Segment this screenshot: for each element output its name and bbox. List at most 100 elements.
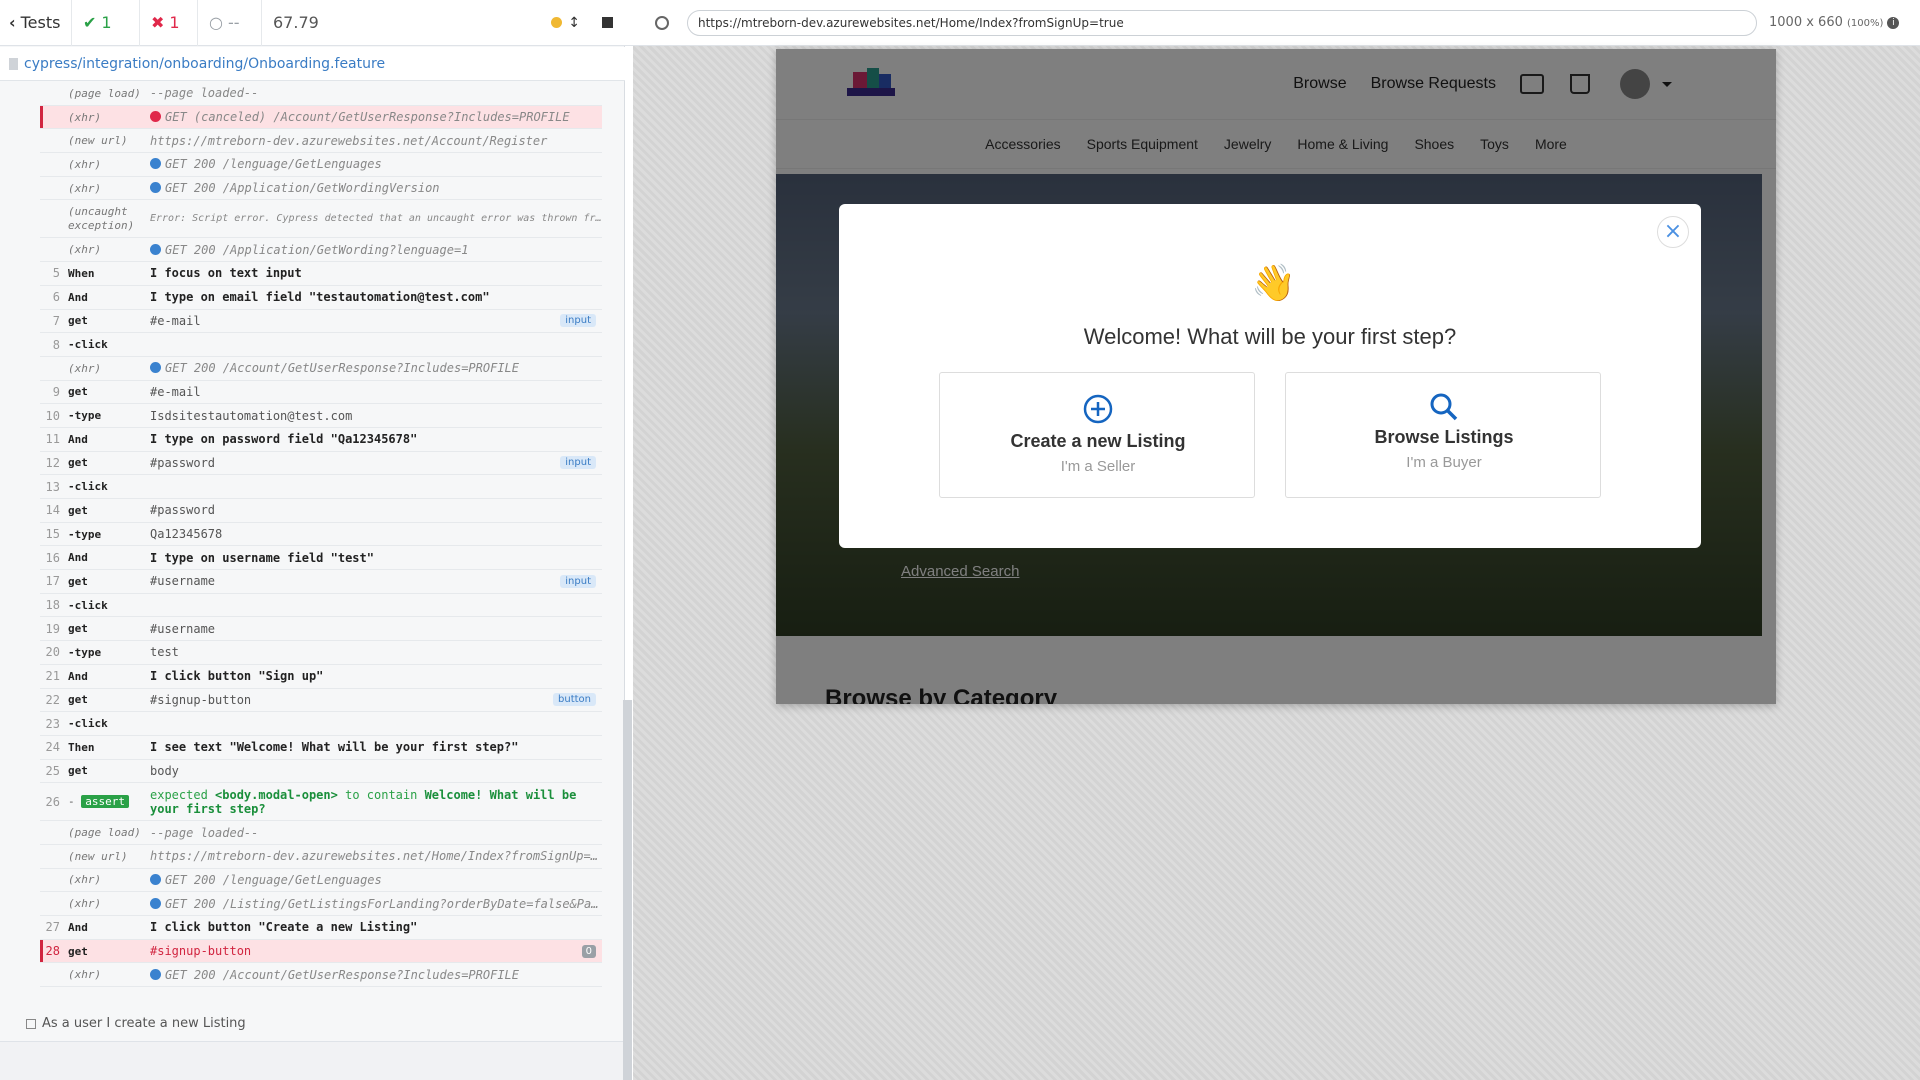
command-row[interactable]: 17 get #username input	[40, 570, 602, 594]
command-row[interactable]: (new url) https://mtreborn-dev.azurewebsi…	[40, 129, 602, 154]
create-listing-subtitle: I'm a Seller	[1060, 458, 1136, 475]
assert-part: <body.modal-open>	[215, 787, 338, 802]
command-name: -type	[68, 645, 102, 659]
command-row[interactable]: (xhr) GET 200 /Account/GetUserResponse?In…	[40, 963, 602, 988]
passed-count: ✔ 1	[72, 0, 140, 46]
command-name: (uncaught exception)	[68, 204, 135, 232]
command-row[interactable]: 19 get #username	[40, 617, 602, 642]
command-row[interactable]: 5 When I focus on text input	[40, 262, 602, 286]
command-name: (xhr)	[68, 181, 102, 195]
command-row[interactable]: (page load) --page loaded--	[40, 82, 602, 106]
command-row[interactable]: (xhr) GET 200 /lenguage/GetLenguages	[40, 153, 602, 177]
command-row[interactable]: 16 And I type on username field "test"	[40, 546, 602, 571]
browse-listings-title: Browse Listings	[1374, 427, 1514, 447]
url-field[interactable]: https://mtreborn-dev.azurewebsites.net/H…	[687, 9, 1757, 36]
command-row[interactable]: (xhr) GET 200 /Application/GetWordingVers…	[40, 177, 602, 201]
resize-arrows-icon[interactable]: ↕	[568, 15, 580, 31]
command-row[interactable]: 6 And I type on email field "testautomatio…	[40, 286, 602, 310]
command-row[interactable]: 10 -type Isdsitestautomation@test.com	[40, 404, 602, 428]
command-message: Qa12345678	[150, 527, 223, 542]
command-message: #username	[150, 574, 216, 589]
command-row[interactable]: 18 -click	[40, 594, 602, 618]
command-number: 26	[45, 794, 60, 809]
command-message: I see text "Welcome! What will be your f…	[150, 740, 519, 755]
command-message: GET 200 /Account/GetUserResponse?Include…	[150, 968, 602, 982]
selector-playground-icon[interactable]	[655, 15, 669, 30]
back-to-tests-button[interactable]: ‹ Tests	[0, 0, 72, 46]
command-row[interactable]: 9 get #e-mail	[40, 381, 602, 405]
info-icon[interactable]: i	[1887, 16, 1900, 29]
command-number: 14	[45, 503, 60, 518]
create-listing-option[interactable]: Create a new Listing I'm a Seller	[939, 372, 1255, 498]
command-row[interactable]: (xhr) GET (canceled) /Account/GetUserResp…	[40, 105, 602, 130]
command-name: (xhr)	[68, 157, 102, 171]
command-row[interactable]: (xhr) GET 200 /Account/GetUserResponse?In…	[40, 357, 602, 381]
command-row[interactable]: (new url) https://mtreborn-dev.azurewebsi…	[40, 845, 602, 869]
command-row[interactable]: (page load) --page loaded--	[40, 821, 602, 845]
pending-count: ○ --	[198, 0, 262, 46]
xhr-status-icon	[150, 111, 161, 123]
command-row[interactable]: 22 get #signup-button button	[40, 689, 602, 713]
command-row[interactable]: 8 -click	[40, 333, 602, 357]
command-row[interactable]: 21 And I click button "Sign up"	[40, 665, 602, 689]
command-row[interactable]: 14 get #password	[40, 499, 602, 523]
command-message: https://mtreborn-dev.azurewebsites.net/H…	[150, 849, 602, 864]
command-row[interactable]: 27 And I click button "Create a new Listin…	[40, 916, 602, 940]
cypress-reporter: ‹ Tests ✔ 1 ✖ 1 ○ -- 67.79 ↕ cypress/int…	[0, 0, 633, 1080]
command-number: 25	[45, 763, 60, 778]
command-name: get	[68, 314, 88, 328]
command-row[interactable]: 25 get body	[40, 760, 602, 784]
command-message: https://mtreborn-dev.azurewebsites.net/A…	[150, 133, 548, 148]
next-test-item[interactable]: As a user I create a new Listing	[26, 1016, 246, 1031]
spec-path-link[interactable]: cypress/integration/onboarding/Onboardin…	[24, 56, 385, 72]
xhr-text: GET 200 /Listing/GetListingsForLanding?o…	[165, 896, 602, 911]
command-message: GET 200 /Account/GetUserResponse?Include…	[150, 361, 602, 375]
xhr-text: GET (canceled) /Account/GetUserResponse?…	[165, 110, 570, 125]
command-message: GET 200 /Listing/GetListingsForLanding?o…	[150, 897, 602, 911]
browse-listings-option[interactable]: Browse Listings I'm a Buyer	[1285, 372, 1601, 498]
command-row[interactable]: (xhr) GET 200 /Application/GetWording?len…	[40, 238, 602, 263]
reporter-scrollbar[interactable]	[623, 700, 632, 1080]
command-row[interactable]: 11 And I type on password field "Qa1234567…	[40, 428, 602, 452]
command-name: get	[68, 622, 88, 636]
command-number: 10	[45, 408, 60, 423]
viewport-size: 1000 x 660 (100%)	[1769, 15, 1883, 30]
command-row[interactable]: 7 get #e-mail input	[40, 310, 602, 334]
command-row[interactable]: 13 -click	[40, 475, 602, 499]
command-name: -click	[68, 480, 108, 494]
command-row[interactable]: 15 -type Qa12345678	[40, 523, 602, 547]
command-message: Isdsitestautomation@test.com	[150, 408, 353, 423]
xhr-text: GET 200 /Application/GetWording?lenguage…	[165, 242, 469, 257]
command-message: #password	[150, 455, 216, 470]
aut-header: https://mtreborn-dev.azurewebsites.net/H…	[633, 0, 1920, 46]
command-badge: 0	[581, 944, 596, 958]
command-number: 7	[52, 313, 60, 328]
next-test-title: As a user I create a new Listing	[42, 1016, 246, 1031]
command-row[interactable]: (xhr) GET 200 /lenguage/GetLenguages	[40, 869, 602, 893]
command-name: (page load)	[68, 826, 141, 840]
command-row[interactable]: 24 Then I see text "Welcome! What will be …	[40, 736, 602, 760]
command-name: -click	[68, 717, 108, 731]
close-button[interactable]: ×	[1657, 216, 1689, 248]
command-row[interactable]: 20 -type test	[40, 641, 602, 665]
assert-tag: assert	[81, 794, 129, 808]
modal-backdrop[interactable]: × 👋 Welcome! What will be your first ste…	[776, 49, 1776, 704]
command-message: GET 200 /Application/GetWording?lenguage…	[150, 243, 602, 257]
tests-label: Tests	[20, 13, 61, 32]
command-row[interactable]: 28 get #signup-button 0	[40, 939, 602, 964]
passed-value: 1	[101, 13, 112, 32]
auto-scroll-indicator-icon[interactable]	[551, 17, 563, 28]
command-row[interactable]: 23 -click	[40, 712, 602, 736]
command-message: --page loaded--	[150, 825, 259, 840]
xhr-status-icon	[150, 243, 161, 255]
command-number: 17	[45, 574, 60, 589]
command-message: #e-mail	[150, 313, 201, 328]
stop-button[interactable]	[602, 17, 613, 28]
command-message: I click button "Create a new Listing"	[150, 920, 418, 935]
command-row[interactable]: 12 get #password input	[40, 452, 602, 476]
command-message: GET 200 /lenguage/GetLenguages	[150, 157, 602, 171]
command-row[interactable]: (uncaught exception) Error: Script error.…	[40, 200, 602, 239]
command-row[interactable]: 26 - assert expected <body.modal-open> to …	[40, 783, 602, 822]
command-row[interactable]: (xhr) GET 200 /Listing/GetListingsForLand…	[40, 892, 602, 916]
command-badge: input	[560, 456, 596, 470]
